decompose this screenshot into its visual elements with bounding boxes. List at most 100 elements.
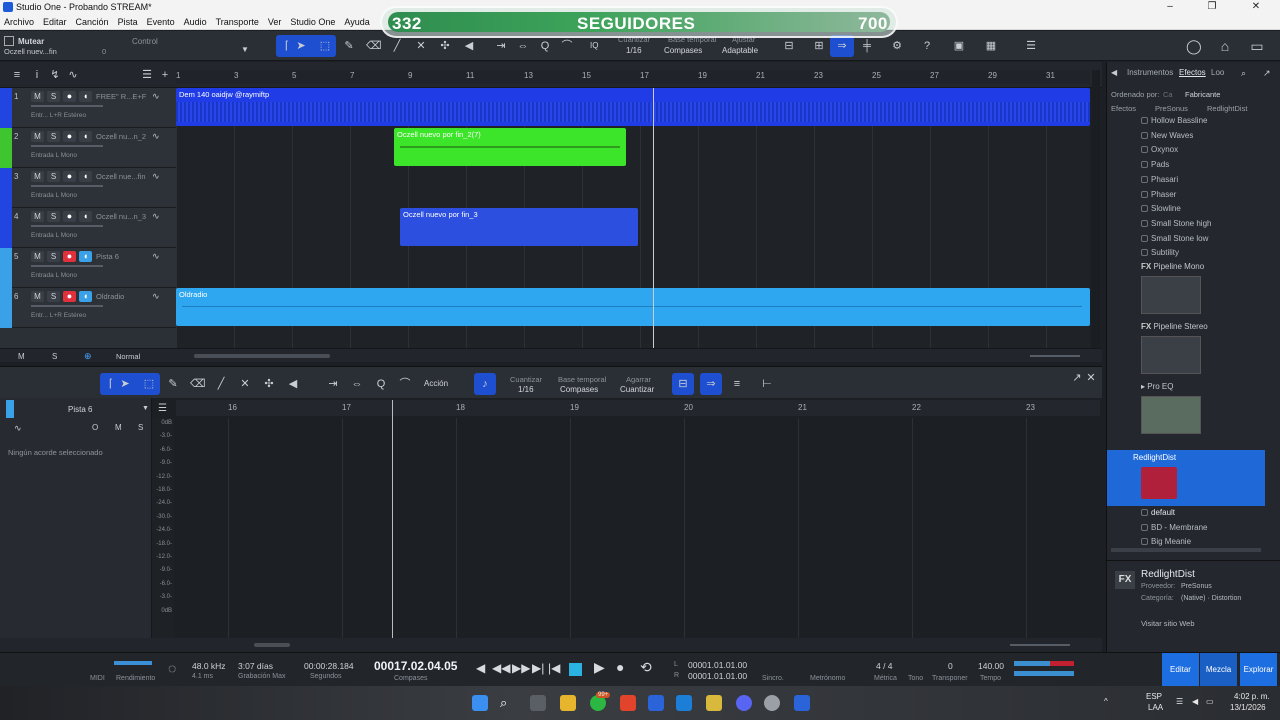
sort-value[interactable]: Fabricante	[1185, 90, 1220, 99]
mute-tool-icon[interactable]: ✕	[238, 377, 252, 391]
volume-fader[interactable]	[31, 265, 103, 267]
menu-editar[interactable]: Editar	[43, 17, 67, 27]
metronome-label[interactable]: Metrónomo	[810, 675, 845, 682]
mezcla-button[interactable]: Mezcla	[1200, 653, 1237, 687]
quantize-value[interactable]: 1/16	[626, 46, 642, 55]
track-header[interactable]: 2 M S ● ◖ Oczell nu...n_2 ∿ Entrada L Mono	[0, 128, 176, 168]
eraser-tool-icon[interactable]: ⌫	[190, 377, 206, 391]
record-arm-button[interactable]: ●	[63, 91, 76, 102]
grid-view-icon[interactable]: ▦	[984, 39, 998, 53]
audio-clip[interactable]: Oczell nuevo por fin_2(7)	[394, 128, 626, 166]
obs-icon[interactable]	[764, 695, 780, 711]
bracket-icon[interactable]: ⌈	[280, 39, 294, 53]
user-icon[interactable]: ◯	[1186, 39, 1202, 53]
editor-list-icon[interactable]: ☰	[152, 402, 176, 416]
track-header[interactable]: 6 M S ● ◖ Oldradio ∿ Entr... L+R Estéreo	[0, 288, 176, 328]
preset-item[interactable]: Oxynox	[1141, 145, 1178, 154]
time-signature[interactable]: 4 / 4	[876, 661, 893, 671]
discord-icon[interactable]	[736, 695, 752, 711]
listen-tool-icon[interactable]: ◀	[462, 39, 476, 53]
mute-button[interactable]: M	[31, 251, 44, 262]
fx-pipeline-mono[interactable]: FX Pipeline Mono	[1141, 262, 1204, 271]
paint-tool-icon[interactable]: ╱	[214, 377, 228, 391]
snap-grid-icon[interactable]: ⊟	[676, 377, 690, 391]
track-name[interactable]: Pista 6	[96, 252, 150, 261]
mute-button[interactable]: M	[31, 131, 44, 142]
forward-end-icon[interactable]: ▶|	[532, 661, 544, 675]
close-icon[interactable]: ✕	[1236, 0, 1276, 14]
menu-cancion[interactable]: Canción	[76, 17, 109, 27]
view-mode[interactable]: Normal	[116, 352, 140, 361]
align-icon[interactable]: ≡	[730, 377, 744, 391]
language[interactable]: ESP	[1146, 692, 1162, 701]
start-icon[interactable]	[472, 695, 488, 711]
menu-ver[interactable]: Ver	[268, 17, 282, 27]
monitor-button[interactable]: ◖	[79, 171, 92, 182]
mute-button[interactable]: M	[31, 291, 44, 302]
timeline-icon[interactable]: ⊞	[812, 39, 826, 53]
preset-item[interactable]: Phasari	[1141, 175, 1178, 184]
quantize-icon[interactable]: ♪	[478, 377, 492, 391]
track-input[interactable]: Entrada L Mono	[31, 192, 77, 199]
tool-icon[interactable]: ↯	[48, 68, 62, 82]
editor-s-button[interactable]: S	[138, 423, 143, 432]
record-arm-button[interactable]: ●	[63, 171, 76, 182]
audio-clip[interactable]: Oldradio	[176, 288, 1090, 326]
expand-icon[interactable]: ⇔	[350, 377, 364, 391]
pipeline-mono-thumbnail[interactable]	[1141, 276, 1201, 314]
preset-item[interactable]: Slowline	[1141, 204, 1181, 213]
playhead[interactable]	[653, 88, 654, 348]
brave-icon[interactable]	[620, 695, 636, 711]
action-menu[interactable]: Acción	[424, 379, 448, 388]
chevron-down-icon[interactable]: ▼	[142, 405, 149, 412]
help-icon[interactable]: ?	[920, 39, 934, 53]
rewind-icon[interactable]: ◀◀	[492, 661, 510, 675]
arrangement-view[interactable]: Dem 140 oaidjw @raymiftp Oczell nuevo po…	[176, 88, 1090, 348]
chevron-up-icon[interactable]: ^	[1104, 697, 1108, 706]
preset-item[interactable]: Big Meanie	[1141, 537, 1191, 546]
loop-tool-icon[interactable]: ⌒	[398, 377, 412, 391]
info-icon[interactable]: i	[30, 68, 44, 82]
preset-item[interactable]: Hollow Bassline	[1141, 116, 1207, 125]
seconds-label[interactable]: Segundos	[310, 673, 342, 680]
mute-icon[interactable]	[4, 36, 14, 46]
horizontal-scrollbar[interactable]	[194, 354, 330, 358]
preset-item[interactable]: Small Stone high	[1141, 219, 1211, 228]
solo-button[interactable]: S	[47, 91, 60, 102]
transpose-value[interactable]: 0	[948, 661, 953, 671]
pro-eq-thumbnail[interactable]	[1141, 396, 1201, 434]
layout-icon[interactable]: ☰	[1024, 39, 1038, 53]
track-name[interactable]: FREE" R...E+F	[96, 92, 150, 101]
loop-tool-icon[interactable]: ⌒	[560, 39, 574, 53]
fx-pipeline-stereo[interactable]: FX Pipeline Stereo	[1141, 322, 1208, 331]
editor-playhead[interactable]	[392, 400, 393, 638]
snap-value[interactable]: Adaptable	[722, 46, 758, 55]
bend-tool-icon[interactable]: ✣	[438, 39, 452, 53]
fx-pro-eq[interactable]: ▸ Pro EQ	[1141, 382, 1173, 391]
track-input[interactable]: Entr... L+R Estéreo	[31, 112, 86, 119]
menu-evento[interactable]: Evento	[147, 17, 175, 27]
home-icon[interactable]: ⌂	[1218, 39, 1232, 53]
arrow-tool-icon[interactable]: ➤	[294, 39, 308, 53]
footer-m-button[interactable]: M	[18, 352, 25, 361]
link-icon[interactable]: ⊕	[84, 351, 92, 362]
settings-icon[interactable]: ⚙	[890, 39, 904, 53]
paint-tool-icon[interactable]: ╱	[390, 39, 404, 53]
editor-quantize-value[interactable]: 1/16	[518, 385, 534, 394]
snap-grid-icon[interactable]: ⊟	[782, 39, 796, 53]
menu-pista[interactable]: Pista	[118, 17, 138, 27]
track-input[interactable]: Entr... L+R Estéreo	[31, 312, 86, 319]
clock-time[interactable]: 4:02 p. m.	[1234, 692, 1270, 701]
close-editor-icon[interactable]: ✕	[1084, 371, 1098, 385]
monitor-button[interactable]: ◖	[79, 291, 92, 302]
video-icon[interactable]: ▣	[952, 39, 966, 53]
network-icon[interactable]: ☰	[1176, 697, 1183, 706]
editor-ruler[interactable]: 16 17 18 19 20 21 22 23	[176, 400, 1100, 416]
add-track-icon[interactable]: +	[158, 68, 172, 82]
menu-ayuda[interactable]: Ayuda	[344, 17, 369, 27]
solo-button[interactable]: S	[47, 251, 60, 262]
split-tool-icon[interactable]: ✎	[342, 39, 356, 53]
editor-snap-value[interactable]: Cuantizar	[620, 385, 654, 394]
track-name[interactable]: Oczell nu...n_2	[96, 132, 150, 141]
tab-efectos[interactable]: Efectos	[1179, 68, 1206, 77]
